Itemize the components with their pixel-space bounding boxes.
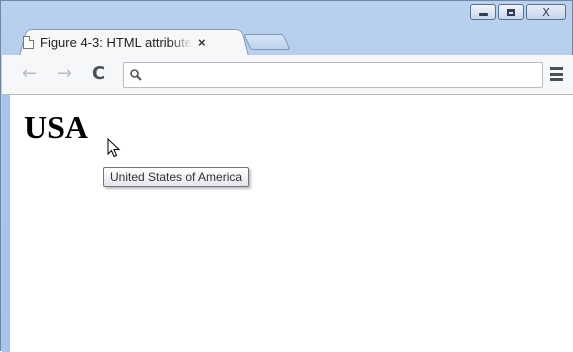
page-content: USA [2,95,573,352]
tab-content: Figure 4-3: HTML attribute × [23,31,235,53]
window-controls: X [470,4,566,24]
mouse-pointer-icon [107,138,121,158]
close-icon: X [542,5,550,19]
reload-button[interactable]: C [92,65,105,83]
address-input[interactable] [148,65,540,87]
browser-window: X Figure 4-3: HTML attribute × ← → C USA… [0,0,573,352]
forward-button[interactable]: → [57,65,72,83]
tab-title: Figure 4-3: HTML attribute [40,34,192,50]
search-icon [130,69,142,81]
page-icon [23,35,34,49]
maximize-icon [507,8,515,16]
close-window-button[interactable]: X [526,4,566,20]
tooltip: United States of America [103,167,250,187]
maximize-button[interactable] [498,4,524,20]
minimize-icon [478,13,488,16]
omnibox[interactable] [123,62,543,88]
minimize-button[interactable] [470,4,496,20]
back-button[interactable]: ← [22,65,37,83]
tab-close-button[interactable]: × [198,35,206,50]
hamburger-menu-icon[interactable] [550,67,563,81]
toolbar: ← → C [2,55,573,95]
new-tab-button[interactable] [243,34,291,50]
page-heading: USA [24,109,89,145]
